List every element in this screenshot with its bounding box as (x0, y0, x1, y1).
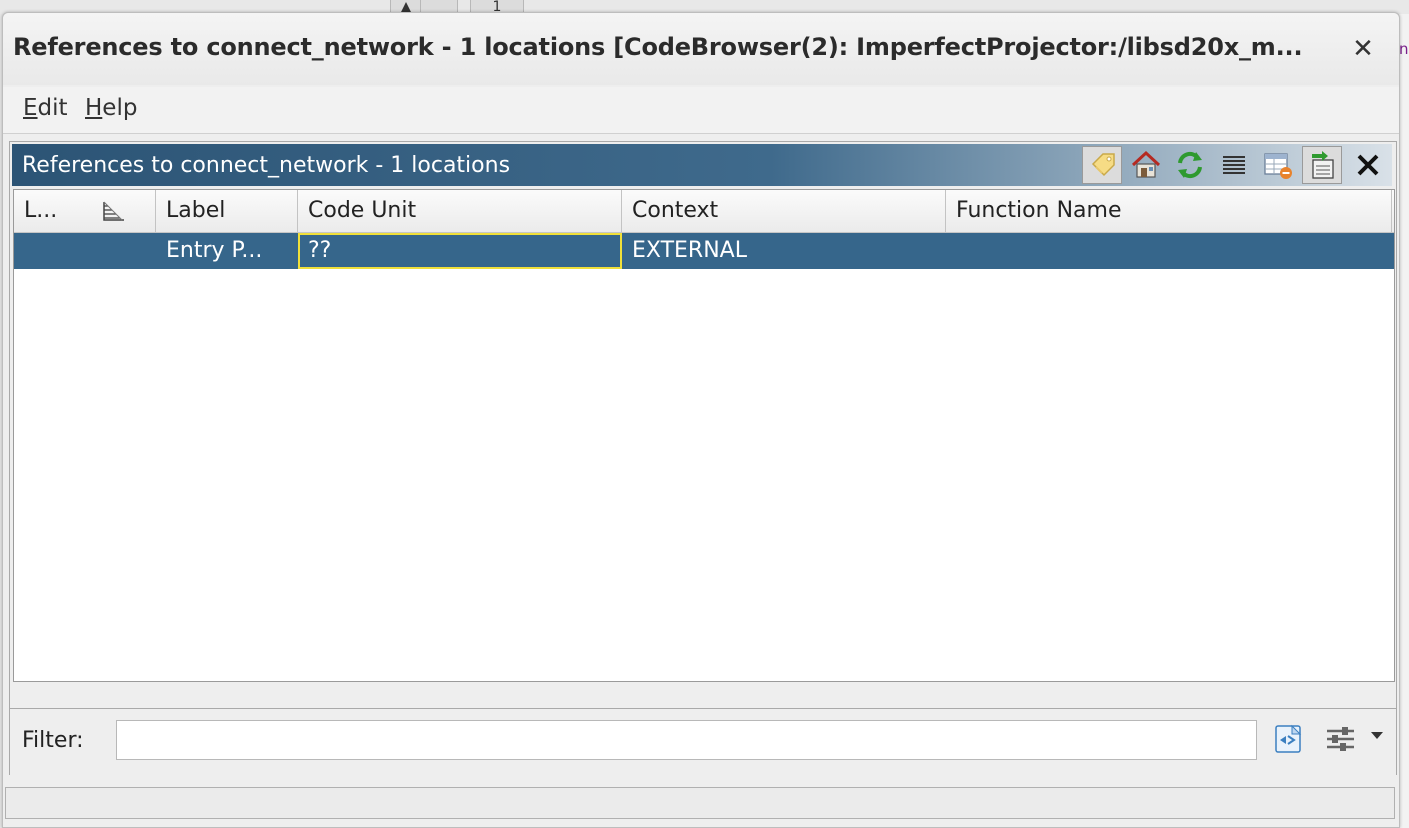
column-header-label[interactable]: Label (156, 190, 298, 232)
chevron-down-icon[interactable] (1370, 731, 1384, 741)
filter-bar: Filter: (10, 708, 1396, 775)
window-titlebar[interactable]: References to connect_network - 1 locati… (3, 13, 1399, 85)
cell-location (14, 233, 156, 269)
column-header-location[interactable]: L... (14, 190, 156, 232)
table-delete-icon (1264, 153, 1292, 179)
filter-label: Filter: (22, 728, 84, 753)
table-header: L... Label Code Unit Context Function Na… (14, 190, 1394, 233)
column-header-context[interactable]: Context (622, 190, 946, 232)
menu-edit-label: dit (37, 95, 68, 121)
menu-bar: Edit Help (3, 87, 1399, 134)
column-header-location-label: L... (24, 198, 58, 223)
filter-input[interactable] (116, 720, 1257, 760)
background-code-char: n (1399, 40, 1409, 58)
cell-function-name (946, 233, 1392, 269)
refresh-button[interactable] (1170, 146, 1210, 184)
lines-button[interactable] (1214, 146, 1254, 184)
cell-context: EXTERNAL (632, 238, 747, 263)
sort-ascending-icon (103, 201, 124, 221)
menu-edit[interactable]: Edit (23, 95, 68, 121)
lines-icon (1223, 156, 1245, 174)
references-table: L... Label Code Unit Context Function Na… (13, 189, 1395, 682)
cell-code-unit[interactable]: ?? (298, 233, 622, 269)
panel-header: References to connect_network - 1 locati… (12, 144, 1392, 186)
menu-help-label: elp (102, 95, 138, 121)
references-panel: References to connect_network - 1 locati… (9, 141, 1397, 775)
menu-help-mnemonic: H (85, 95, 103, 121)
window-title: References to connect_network - 1 locati… (13, 33, 1303, 61)
label-tag-button[interactable] (1082, 146, 1122, 184)
snapshot-icon (1312, 151, 1334, 179)
window-close-button[interactable]: ✕ (1349, 35, 1377, 63)
column-header-function-name[interactable]: Function Name (946, 190, 1392, 232)
label-tag-icon (1091, 153, 1115, 177)
status-bar (5, 787, 1395, 819)
table-delete-button[interactable] (1258, 146, 1298, 184)
home-icon (1131, 150, 1161, 178)
snapshot-button[interactable] (1302, 146, 1342, 184)
refresh-icon (1178, 151, 1202, 179)
close-panel-button[interactable] (1348, 146, 1388, 184)
menu-help[interactable]: Help (85, 95, 137, 121)
table-row[interactable]: Entry P... ?? EXTERNAL (14, 233, 1394, 269)
column-header-code-unit[interactable]: Code Unit (298, 190, 622, 232)
panel-title: References to connect_network - 1 locati… (22, 153, 511, 178)
home-button[interactable] (1126, 146, 1166, 184)
close-panel-icon (1357, 154, 1379, 176)
filter-clear-button[interactable] (1272, 723, 1306, 755)
references-dialog: References to connect_network - 1 locati… (2, 12, 1400, 828)
cell-label: Entry P... (166, 238, 263, 263)
filter-options-icon[interactable] (1324, 723, 1358, 755)
menu-edit-mnemonic: E (23, 95, 38, 121)
